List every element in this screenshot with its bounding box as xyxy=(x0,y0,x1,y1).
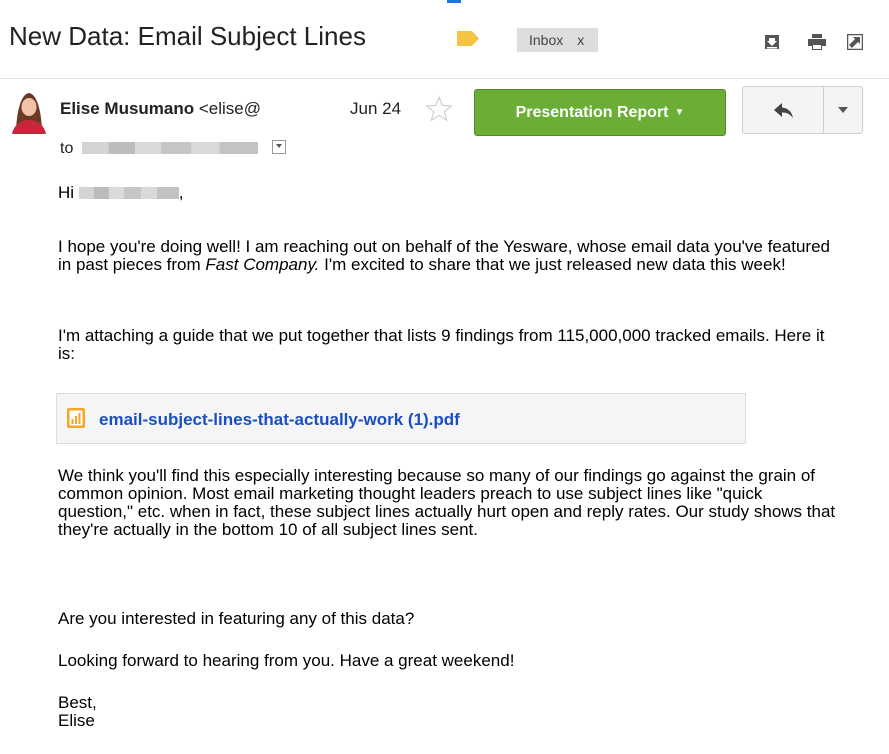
attachment-filename-link[interactable]: email-subject-lines-that-actually-work (… xyxy=(99,410,460,430)
inbox-label-text: Inbox xyxy=(529,32,564,48)
paragraph-attachment: I'm attaching a guide that we put togeth… xyxy=(58,326,825,363)
sender-name[interactable]: Elise Musumano xyxy=(60,99,194,118)
sender-avatar[interactable] xyxy=(8,88,50,134)
signature: Elise xyxy=(58,711,95,730)
sender-email: <elise@ xyxy=(198,99,262,118)
inbox-label-chip[interactable]: Inbox x xyxy=(517,28,599,52)
dropdown-caret-icon: ▼ xyxy=(674,107,685,118)
open-in-new-window-icon[interactable] xyxy=(847,34,863,50)
recipient-line: to xyxy=(60,140,258,158)
paragraph-intro: I hope you're doing well! I am reaching … xyxy=(58,238,838,274)
download-icon[interactable] xyxy=(764,34,780,50)
to-label: to xyxy=(60,140,74,157)
reply-icon xyxy=(774,103,793,118)
label-tag-icon[interactable] xyxy=(457,31,479,46)
more-caret-icon xyxy=(838,107,848,113)
sender-line: Elise Musumano <elise@ xyxy=(60,99,261,119)
greeting-comma: , xyxy=(178,183,184,202)
remove-label-icon[interactable]: x xyxy=(577,32,584,48)
attachment-card[interactable]: email-subject-lines-that-actually-work (… xyxy=(56,393,746,444)
recipient-redacted xyxy=(81,142,258,154)
print-icon[interactable] xyxy=(808,34,826,50)
more-actions-button[interactable] xyxy=(823,86,863,134)
recipient-details-caret-icon[interactable] xyxy=(272,140,286,154)
publication-name: Fast Company. xyxy=(205,255,320,274)
caret-glyph xyxy=(276,144,282,148)
presentation-report-button[interactable]: Presentation Report ▼ xyxy=(474,89,726,136)
star-icon[interactable] xyxy=(425,95,453,123)
signoff: Best, xyxy=(58,693,97,712)
greeting: Hi , xyxy=(58,184,838,202)
email-subject: New Data: Email Subject Lines xyxy=(9,21,366,51)
reply-button[interactable] xyxy=(742,86,824,134)
paragraph-findings: We think you'll find this especially int… xyxy=(58,466,836,539)
intro-text-2: I'm excited to share that we just releas… xyxy=(319,255,786,274)
greeting-word: Hi xyxy=(58,183,75,202)
presentation-report-label: Presentation Report xyxy=(515,104,669,121)
greeting-name-redacted xyxy=(78,187,179,199)
paragraph-closing: Looking forward to hearing from you. Hav… xyxy=(58,651,515,670)
message-date: Jun 24 xyxy=(350,99,402,118)
pdf-attachment-icon xyxy=(67,408,85,428)
header-divider xyxy=(0,78,889,79)
paragraph-question: Are you interested in featuring any of t… xyxy=(58,609,415,628)
subject-header: New Data: Email Subject Lines Inbox x xyxy=(0,0,889,78)
